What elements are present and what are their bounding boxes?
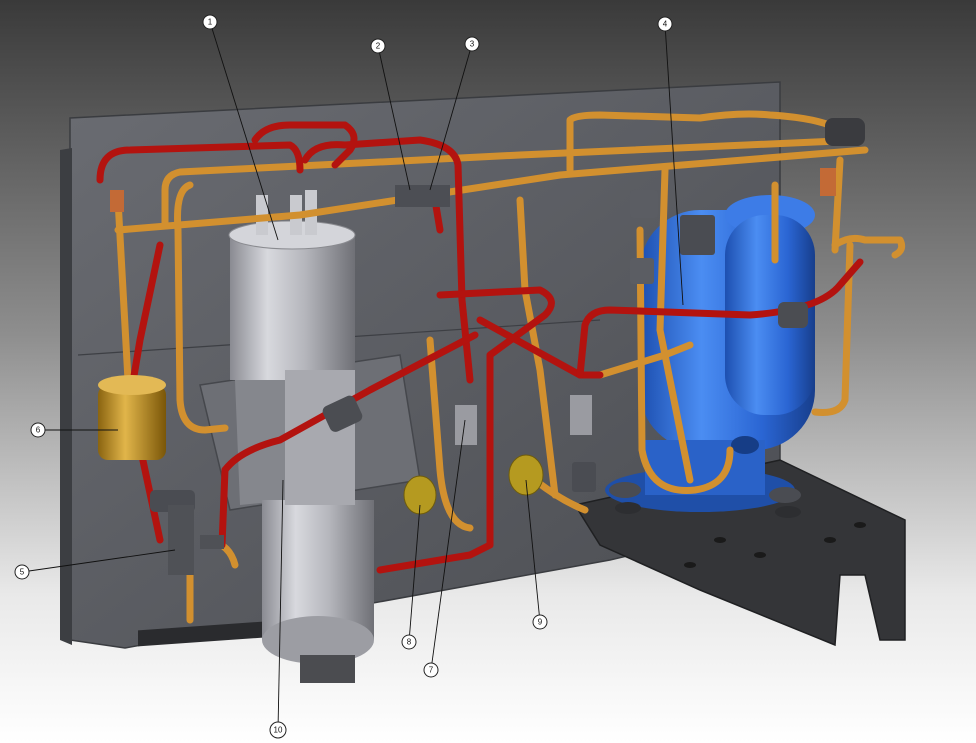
callout-6: 6 [30,422,46,438]
diagram-canvas: 1 2 3 4 5 6 7 8 9 10 [0,0,976,743]
callout-6-label: 6 [36,426,41,435]
callout-7-label: 7 [429,666,434,675]
callout-4-label: 4 [663,20,668,29]
callout-10-label: 10 [274,726,283,735]
callout-8: 8 [401,634,417,650]
callout-9-label: 9 [538,618,543,627]
callout-10: 10 [269,721,287,739]
callout-5: 5 [14,564,30,580]
callout-1: 1 [202,14,218,30]
callout-7: 7 [423,662,439,678]
callout-5-label: 5 [20,568,25,577]
refrigeration-assembly-diagram: 1 2 3 4 5 6 7 8 9 10 [0,0,976,743]
callout-3: 3 [464,36,480,52]
callout-2: 2 [370,38,386,54]
callout-3-label: 3 [470,40,475,49]
callout-9: 9 [532,614,548,630]
callout-8-label: 8 [407,638,412,647]
callout-2-label: 2 [376,42,381,51]
filter-drier [98,375,166,460]
callout-4: 4 [657,16,673,32]
callout-1-label: 1 [208,18,213,27]
